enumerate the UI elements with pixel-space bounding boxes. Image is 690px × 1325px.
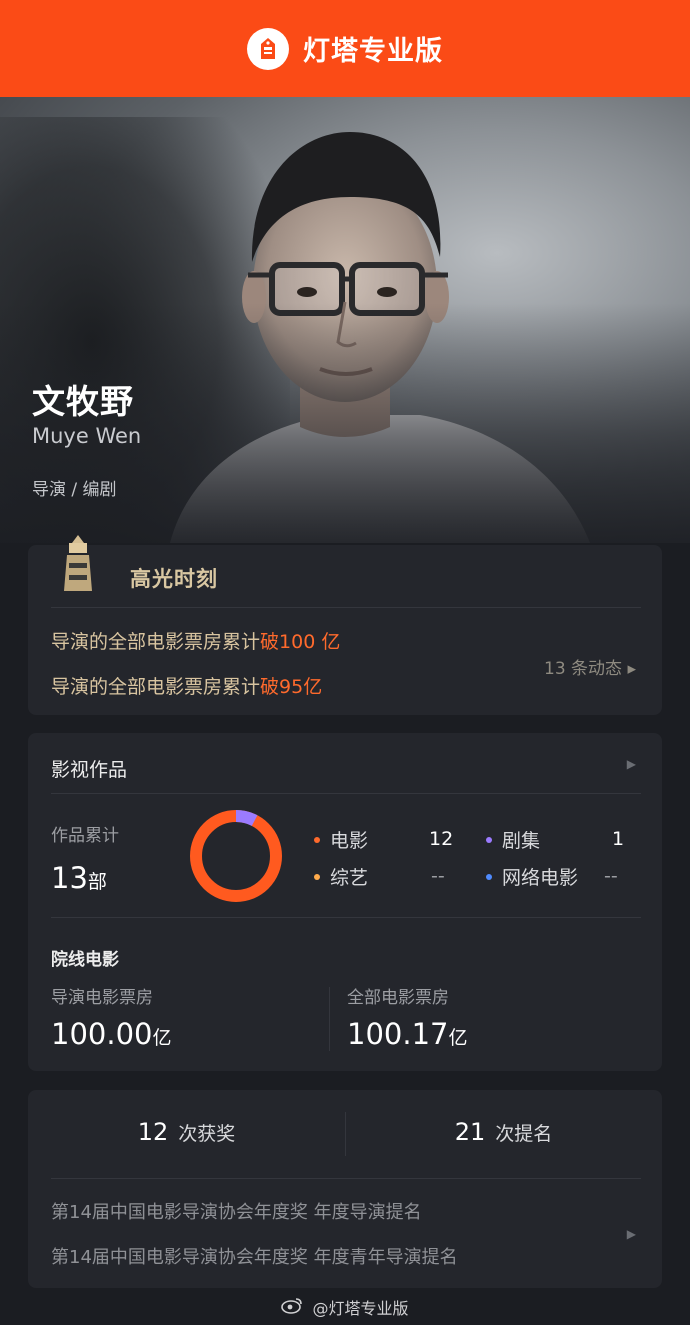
awards-card[interactable]: 12 次获奖 21 次提名 第14届中国电影导演协会年度奖 年度导演提名 第14届中… <box>28 1090 662 1288</box>
legend-variety: 综艺 <box>314 863 368 890</box>
legend-series-value: 1 <box>612 828 625 850</box>
weibo-watermark: @灯塔专业版 <box>0 1295 690 1319</box>
legend-web-movie: 网络电影 <box>486 863 578 890</box>
lighthouse-badge-icon <box>58 531 98 601</box>
award-item: 第14届中国电影导演协会年度奖 年度青年导演提名 <box>51 1247 458 1268</box>
person-name: 文牧野 <box>32 382 134 421</box>
director-box-label: 导演电影票房 <box>51 988 153 1008</box>
weibo-icon <box>281 1296 303 1318</box>
more-updates-link[interactable]: 13 条动态 ▸ <box>544 654 636 679</box>
works-total-label: 作品累计 <box>51 826 119 846</box>
all-box-value: 100.17亿 <box>347 1017 468 1051</box>
legend-web-movie-value: -- <box>604 865 618 887</box>
awards-arrow-icon[interactable]: ▶ <box>627 1227 636 1241</box>
person-hero: 文牧野 Muye Wen 导演 / 编剧 <box>0 97 690 543</box>
app-title: 灯塔专业版 <box>303 36 443 67</box>
app-header: 灯塔专业版 <box>0 0 690 97</box>
director-box-value: 100.00亿 <box>51 1017 172 1051</box>
legend-variety-value: -- <box>431 865 445 887</box>
highlights-title: 高光时刻 <box>130 567 218 591</box>
highlights-card[interactable]: 高光时刻 导演的全部电影票房累计破100 亿 导演的全部电影票房累计破95亿 1… <box>28 535 662 715</box>
person-english-name: Muye Wen <box>32 424 142 448</box>
legend-movie-value: 12 <box>429 828 454 850</box>
award-item: 第14届中国电影导演协会年度奖 年度导演提名 <box>51 1202 422 1223</box>
awards-wins: 12 次获奖 <box>137 1118 236 1146</box>
works-card: 影视作品 ▶ 作品累计 13部 电影 12 剧集 1 综艺 -- 网络电影 --… <box>28 733 662 1071</box>
theater-movies-title: 院线电影 <box>51 950 119 970</box>
awards-nominations: 21 次提名 <box>454 1118 553 1146</box>
all-box-label: 全部电影票房 <box>347 988 449 1008</box>
works-total-value: 13部 <box>51 861 107 895</box>
person-roles: 导演 / 编剧 <box>32 480 117 500</box>
works-donut-chart <box>190 810 282 902</box>
works-title: 影视作品 <box>51 759 128 781</box>
donut-movie-segment <box>190 810 282 902</box>
highlight-line: 导演的全部电影票房累计破100 亿 <box>51 631 341 653</box>
legend-movie: 电影 <box>314 826 368 853</box>
lighthouse-logo-icon <box>247 27 289 70</box>
legend-series: 剧集 <box>486 826 540 853</box>
highlight-line: 导演的全部电影票房累计破95亿 <box>51 676 323 698</box>
works-arrow-icon[interactable]: ▶ <box>627 757 636 771</box>
